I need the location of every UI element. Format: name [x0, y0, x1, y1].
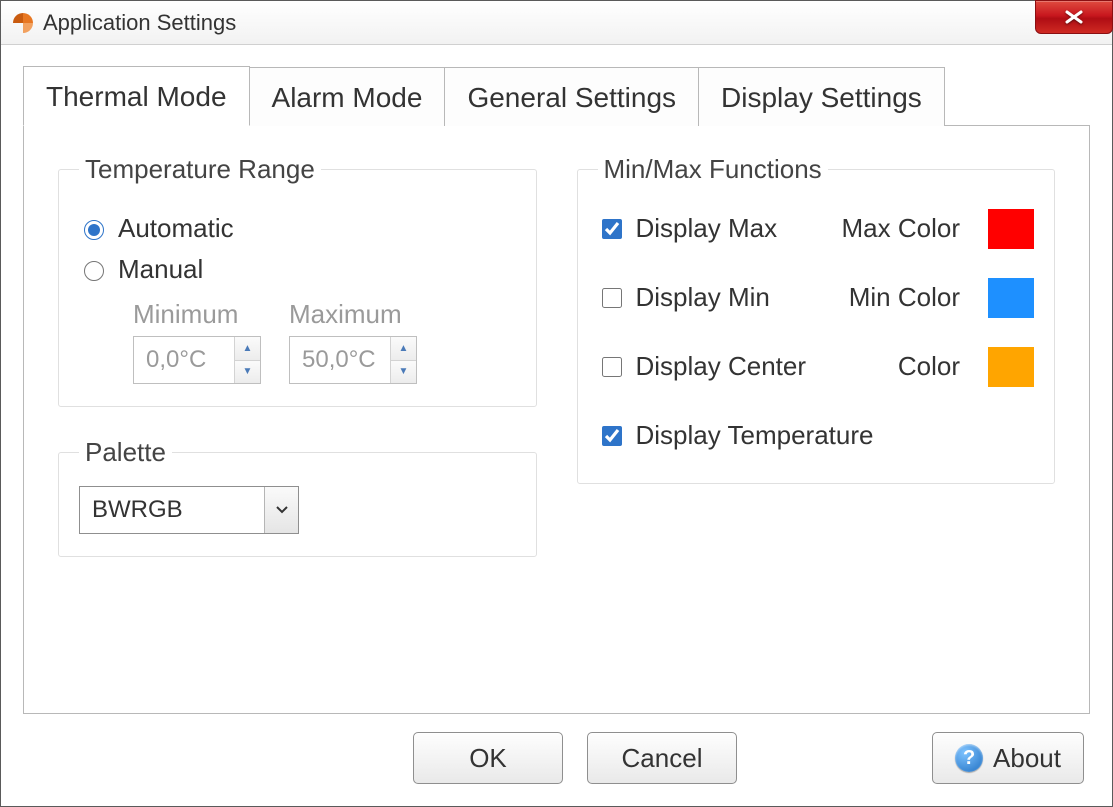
center-color-swatch[interactable] — [988, 347, 1034, 387]
minimum-spinner[interactable]: ▲ ▼ — [133, 336, 261, 384]
group-minmax-functions: Min/Max Functions Display Max Max Color … — [577, 154, 1056, 484]
minimum-up-button[interactable]: ▲ — [235, 337, 260, 361]
palette-combo[interactable]: BWRGB — [79, 486, 299, 534]
tab-alarm-mode[interactable]: Alarm Mode — [250, 67, 446, 126]
check-display-center[interactable]: Display Center — [598, 351, 810, 382]
max-column: Maximum ▲ ▼ — [289, 299, 417, 384]
settings-window: Application Settings Thermal Mode Alarm … — [0, 0, 1113, 807]
app-icon — [11, 11, 35, 35]
radio-manual-input[interactable] — [84, 261, 104, 281]
group-temperature-range: Temperature Range Automatic Manual Minim… — [58, 154, 537, 407]
minimum-value[interactable] — [134, 337, 234, 383]
maximum-value[interactable] — [290, 337, 390, 383]
palette-value: BWRGB — [80, 487, 264, 533]
palette-dropdown-button[interactable] — [264, 487, 298, 533]
max-color-label: Max Color — [838, 213, 960, 244]
min-max-inputs: Minimum ▲ ▼ Maximum — [133, 299, 516, 384]
titlebar: Application Settings — [1, 1, 1112, 45]
radio-automatic[interactable]: Automatic — [79, 213, 516, 244]
minimum-down-button[interactable]: ▼ — [235, 361, 260, 384]
tab-row: Thermal Mode Alarm Mode General Settings… — [23, 65, 1090, 126]
radio-automatic-label: Automatic — [118, 213, 234, 244]
radio-manual[interactable]: Manual — [79, 254, 516, 285]
group-palette: Palette BWRGB — [58, 437, 537, 557]
button-bar: OK Cancel ? About — [23, 714, 1090, 788]
close-button[interactable] — [1035, 0, 1113, 34]
right-column: Min/Max Functions Display Max Max Color … — [577, 154, 1056, 685]
left-column: Temperature Range Automatic Manual Minim… — [58, 154, 537, 685]
chevron-down-icon — [276, 506, 288, 514]
help-icon: ? — [955, 744, 983, 772]
min-color-label: Min Color — [838, 282, 960, 313]
radio-automatic-input[interactable] — [84, 220, 104, 240]
max-color-swatch[interactable] — [988, 209, 1034, 249]
check-display-max[interactable]: Display Max — [598, 213, 810, 244]
tab-general-settings[interactable]: General Settings — [445, 67, 699, 126]
check-display-temperature[interactable]: Display Temperature — [598, 420, 1035, 451]
tab-container: Thermal Mode Alarm Mode General Settings… — [23, 65, 1090, 714]
maximum-down-button[interactable]: ▼ — [391, 361, 416, 384]
check-display-min-input[interactable] — [602, 288, 622, 308]
check-display-temperature-input[interactable] — [602, 426, 622, 446]
check-display-center-input[interactable] — [602, 357, 622, 377]
min-color-swatch[interactable] — [988, 278, 1034, 318]
maximum-label: Maximum — [289, 299, 417, 330]
maximum-up-button[interactable]: ▲ — [391, 337, 416, 361]
tab-content-thermal: Temperature Range Automatic Manual Minim… — [23, 126, 1090, 714]
check-display-min-label: Display Min — [636, 282, 770, 313]
cancel-button[interactable]: Cancel — [587, 732, 737, 784]
minmax-grid: Display Max Max Color Display Min Min Co… — [598, 203, 1035, 461]
close-icon — [1063, 10, 1085, 24]
window-title: Application Settings — [43, 10, 236, 36]
about-button-label: About — [993, 743, 1061, 774]
tab-display-settings[interactable]: Display Settings — [699, 67, 945, 126]
check-display-min[interactable]: Display Min — [598, 282, 810, 313]
client-area: Thermal Mode Alarm Mode General Settings… — [1, 45, 1112, 806]
maximum-spinner[interactable]: ▲ ▼ — [289, 336, 417, 384]
palette-legend: Palette — [79, 437, 172, 468]
check-display-temperature-label: Display Temperature — [636, 420, 874, 451]
min-column: Minimum ▲ ▼ — [133, 299, 261, 384]
check-display-max-input[interactable] — [602, 219, 622, 239]
minmax-legend: Min/Max Functions — [598, 154, 828, 185]
radio-manual-label: Manual — [118, 254, 203, 285]
minimum-label: Minimum — [133, 299, 261, 330]
ok-button[interactable]: OK — [413, 732, 563, 784]
about-button[interactable]: ? About — [932, 732, 1084, 784]
check-display-center-label: Display Center — [636, 351, 807, 382]
check-display-max-label: Display Max — [636, 213, 778, 244]
temperature-range-legend: Temperature Range — [79, 154, 321, 185]
tab-thermal-mode[interactable]: Thermal Mode — [23, 66, 250, 126]
center-color-label: Color — [838, 351, 960, 382]
